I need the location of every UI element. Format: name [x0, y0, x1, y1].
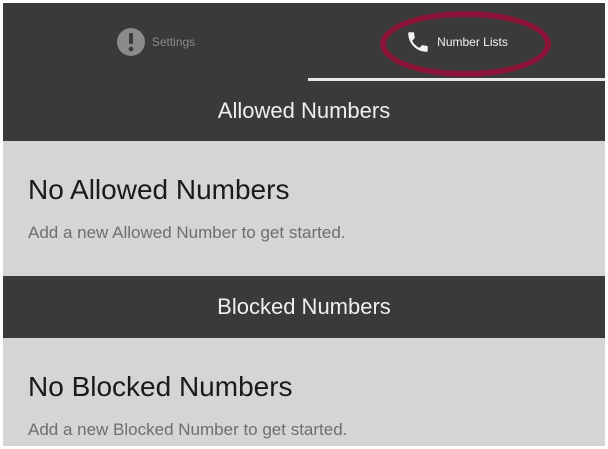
allowed-empty-subtitle: Add a new Allowed Number to get started. — [28, 223, 346, 242]
allowed-empty-title: No Allowed Numbers — [28, 174, 290, 205]
blocked-empty-subtitle: Add a new Blocked Number to get started. — [28, 420, 348, 439]
alert-circle-icon — [116, 27, 146, 57]
allowed-numbers-header: Allowed Numbers — [3, 81, 605, 141]
tab-settings[interactable]: Settings — [3, 3, 308, 81]
blocked-numbers-empty-state: No Blocked Numbers Add a new Blocked Num… — [3, 338, 605, 446]
tab-number-lists[interactable]: Number Lists — [308, 3, 605, 81]
blocked-numbers-header: Blocked Numbers — [3, 276, 605, 338]
app-screen: Settings Number Lists Allowed Numbers No… — [3, 3, 605, 446]
allowed-numbers-empty-state: No Allowed Numbers Add a new Allowed Num… — [3, 141, 605, 276]
tab-settings-label: Settings — [151, 35, 196, 49]
phone-icon — [405, 29, 431, 55]
tab-number-lists-label: Number Lists — [437, 35, 508, 49]
tab-bar: Settings Number Lists — [3, 3, 605, 81]
blocked-empty-title: No Blocked Numbers — [28, 371, 293, 402]
